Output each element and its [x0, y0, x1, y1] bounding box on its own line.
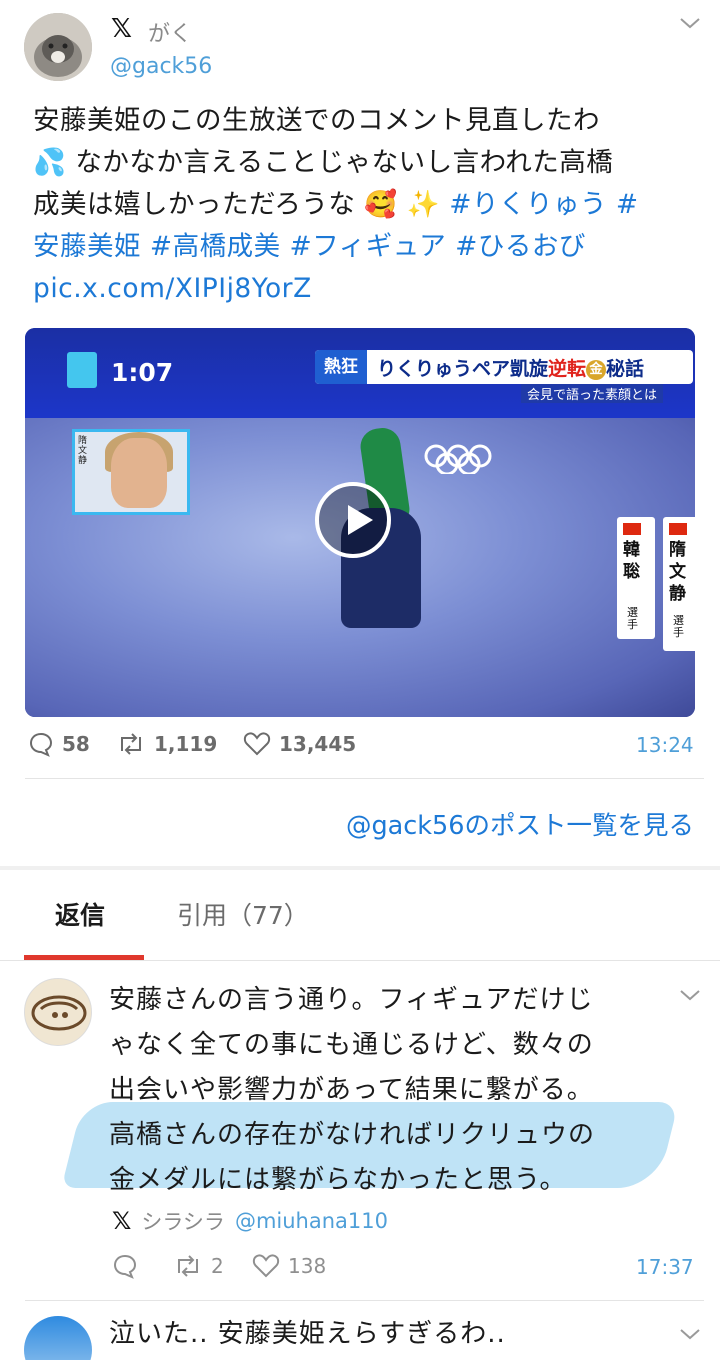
author-handle[interactable]: @gack56 — [110, 54, 212, 79]
gold-medal-icon: 金 — [586, 359, 607, 380]
news-subtitle: 会見で語った素顔とは — [521, 384, 664, 403]
divider — [25, 1300, 704, 1301]
chevron-down-icon[interactable] — [677, 14, 703, 32]
reply-repost-count[interactable]: 2 — [173, 1253, 224, 1279]
post-text-line: 成美は嬉しかっただろうな — [33, 189, 356, 220]
reply-like-count[interactable]: 138 — [252, 1253, 326, 1279]
interview-inset: 隋文静 — [72, 429, 190, 515]
author-avatar[interactable] — [24, 13, 92, 81]
sweat-emoji-icon: 💦 — [33, 147, 67, 178]
repost-icon — [178, 1255, 198, 1277]
broadcast-clock: 1:07 — [111, 358, 174, 387]
name-card-right: 隋文静 選手 — [663, 517, 695, 651]
repost-count[interactable]: 1,119 — [116, 731, 217, 757]
reply-text-line: 安藤さんの言う通り。フィギュアだけじ — [109, 985, 594, 1015]
heart-icon — [252, 1254, 280, 1278]
reply-reply-count[interactable] — [112, 1253, 146, 1279]
news-banner-text: りくりゅうペア凱旋逆転金秘話 — [377, 358, 645, 380]
hashtag-link[interactable]: 安藤美姫 #高橋成美 #フィギュア #ひるおび — [33, 231, 586, 262]
reply-text-line: 金メダルには繋がらなかったと思う。 — [109, 1165, 567, 1195]
section-separator — [0, 866, 720, 870]
third-reply-text: 泣いた.. 安藤美姫えらすぎるわ.. — [109, 1319, 506, 1349]
reply-bubble-icon — [29, 732, 53, 757]
play-icon — [348, 505, 373, 535]
china-flag-icon — [623, 523, 641, 535]
play-button[interactable] — [315, 482, 391, 558]
post-text-line: 安藤美姫のこの生放送でのコメント見直したわ — [33, 105, 600, 136]
third-reply-avatar[interactable] — [24, 1316, 92, 1360]
reply-text-line: 高橋さんの存在がなければリクリュウの — [109, 1120, 596, 1150]
chevron-down-icon[interactable] — [677, 986, 703, 1004]
repost-icon — [121, 733, 141, 755]
author-display-name[interactable]: がく — [148, 16, 192, 48]
reply-text-line: ゃなく全ての事にも通じるけど、数々の — [109, 1030, 594, 1060]
cat-photo-icon — [24, 13, 92, 81]
video-thumbnail[interactable]: 1:07 熱狂 りくりゅうペア凱旋逆転金秘話 会見で語った素顔とは 隋文静 韓聡… — [25, 328, 695, 717]
tab-quotes[interactable]: 引用（77） — [177, 896, 309, 932]
reply-count[interactable]: 58 — [28, 731, 90, 757]
chevron-down-icon[interactable] — [677, 1325, 703, 1343]
olympic-rings-icon — [424, 444, 492, 474]
x-logo-icon: 𝕏 — [111, 14, 132, 44]
post-time: 13:24 — [636, 733, 694, 757]
heart-face-emoji-icon: 🥰 — [364, 189, 398, 220]
divider — [0, 960, 720, 961]
post-body: 安藤美姫のこの生放送でのコメント見直したわ 💦 なかなか言えることじゃないし言わ… — [33, 100, 683, 310]
reply-avatar[interactable] — [24, 978, 92, 1046]
reply-bubble-icon — [113, 1254, 137, 1279]
media-link[interactable]: pic.x.com/XIPIj8YorZ — [33, 273, 312, 304]
tv-channel-logo-icon — [67, 352, 97, 388]
reply-display-name[interactable]: シラシラ — [141, 1206, 225, 1236]
name-card-left: 韓聡 選手 — [617, 517, 655, 639]
inset-face — [111, 438, 167, 508]
x-logo-icon: 𝕏 — [112, 1207, 132, 1235]
hashtag-link[interactable]: #りくりゅう # — [449, 189, 638, 220]
reply-text-line: 出会いや影響力があって結果に繋がる。 — [109, 1075, 594, 1105]
sparkles-emoji-icon: ✨ — [406, 189, 441, 220]
heart-icon — [243, 732, 271, 756]
reply-author[interactable]: 𝕏 シラシラ @miuhana110 — [112, 1206, 388, 1236]
divider — [25, 778, 704, 779]
tab-replies[interactable]: 返信 — [55, 896, 105, 932]
post-text-line: なかなか言えることじゃないし言われた高橋 — [66, 147, 614, 178]
like-count[interactable]: 13,445 — [243, 731, 356, 757]
reply-time: 17:37 — [636, 1255, 694, 1279]
inset-label: 隋文静 — [78, 436, 88, 466]
logo-avatar-icon — [25, 979, 91, 1045]
reply-body: 安藤さんの言う通り。フィギュアだけじ ゃなく全ての事にも通じるけど、数々の 出会… — [109, 978, 669, 1203]
view-all-posts-link[interactable]: @gack56のポスト一覧を見る — [346, 805, 694, 842]
china-flag-icon — [669, 523, 687, 535]
reply-handle[interactable]: @miuhana110 — [235, 1209, 388, 1233]
news-banner-tag: 熱狂 — [315, 350, 367, 384]
